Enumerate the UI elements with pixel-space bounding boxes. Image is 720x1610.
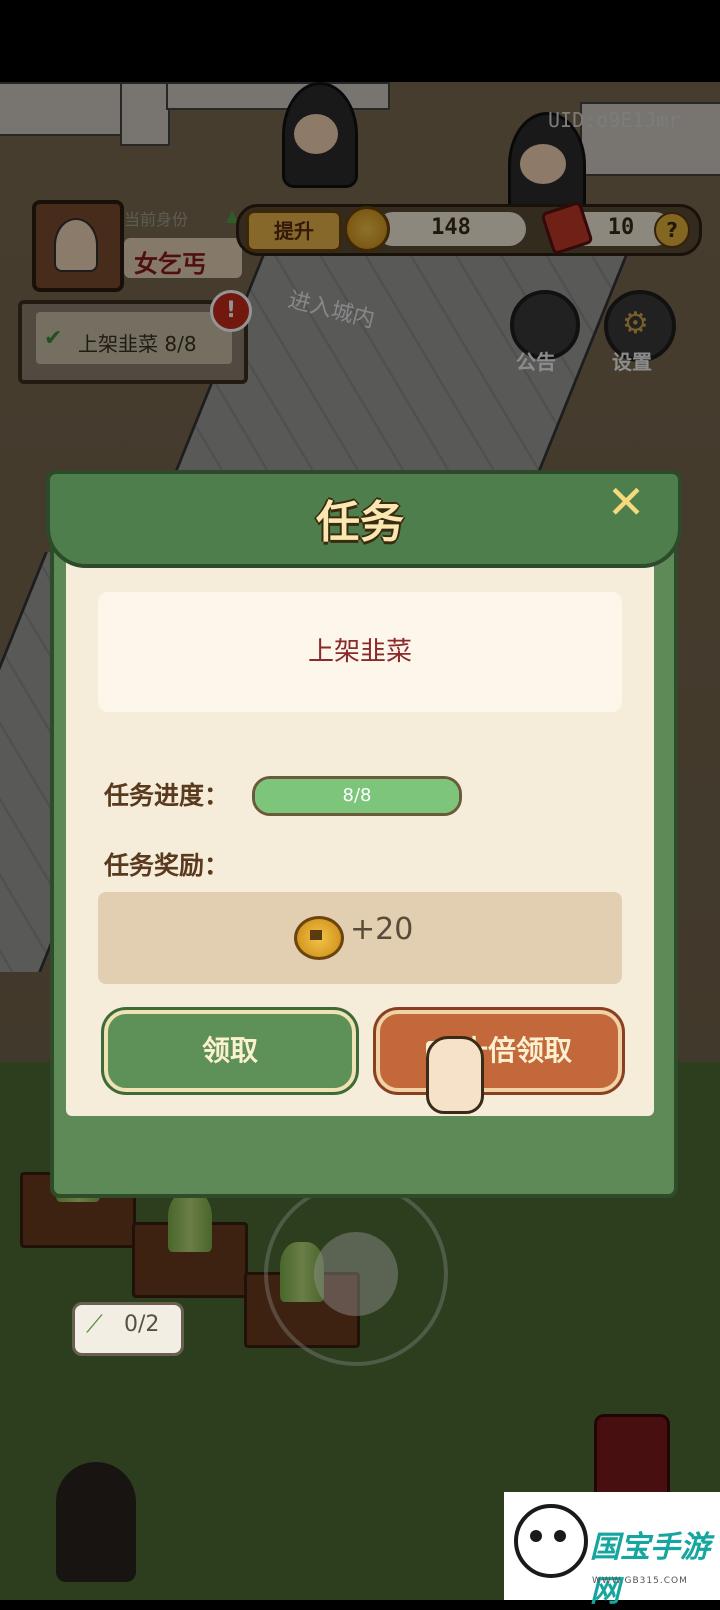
panda-eye xyxy=(554,1530,566,1542)
tap-hand-icon xyxy=(426,1036,484,1114)
coin-hole xyxy=(310,930,322,940)
watermark-url: WWW.GB315.COM xyxy=(592,1576,688,1586)
progress-text: 8/8 xyxy=(342,785,372,806)
reward-label: 任务奖励： xyxy=(104,851,230,880)
claim-button[interactable]: 领取 xyxy=(104,1010,356,1092)
harvest-count: 0/2 xyxy=(124,1312,160,1337)
panda-logo xyxy=(514,1504,588,1578)
reward-amount: +20 xyxy=(350,912,414,947)
progress-bar: 8/8 xyxy=(252,776,462,816)
leek-icon: ⟋ xyxy=(86,1310,103,1338)
watermark-text: 国宝手游网 xyxy=(590,1530,710,1609)
claim-10x-button[interactable]: 十倍领取 xyxy=(376,1010,622,1092)
panda-eye xyxy=(530,1530,542,1542)
progress-label: 任务进度： xyxy=(104,781,230,810)
task-name: 上架韭菜 xyxy=(98,592,622,712)
close-icon[interactable]: ✕ xyxy=(604,479,648,525)
